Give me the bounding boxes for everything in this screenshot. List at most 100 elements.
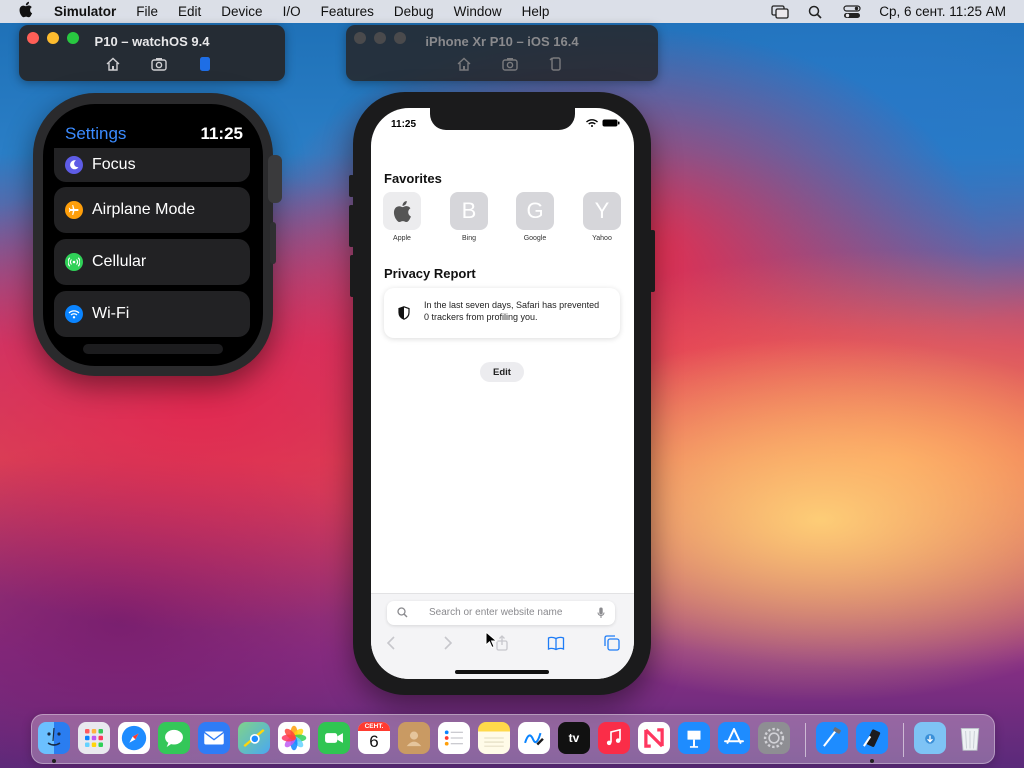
iphone-simulator-toolbar: iPhone Xr P10 – iOS 16.4 — [346, 25, 658, 81]
downloads-folder-icon[interactable] — [914, 722, 946, 754]
mail-icon[interactable] — [198, 722, 230, 754]
antenna-icon — [65, 253, 83, 271]
app-store-icon[interactable] — [718, 722, 750, 754]
freeform-icon[interactable] — [518, 722, 550, 754]
favorite-tile: Y — [583, 192, 621, 230]
xcode-icon[interactable] — [816, 722, 848, 754]
safari-bottom-toolbar: Search or enter website name — [371, 593, 634, 679]
launchpad-icon[interactable] — [78, 722, 110, 754]
watch-side-button[interactable] — [270, 222, 276, 264]
finder-icon[interactable] — [38, 722, 70, 754]
favorite-label: Google — [523, 235, 547, 242]
favorite-google[interactable]: G Google — [515, 192, 555, 242]
address-bar-placeholder: Search or enter website name — [429, 607, 563, 618]
notes-icon[interactable] — [478, 722, 510, 754]
iphone-screen: 11:25 Favorites Apple B Bing G Google Y … — [371, 108, 634, 679]
favorite-label: Bing — [461, 235, 476, 242]
reminders-icon[interactable] — [438, 722, 470, 754]
watch-time: 11:25 — [200, 124, 243, 143]
volume-down-button[interactable] — [349, 205, 354, 247]
screenshot-icon[interactable] — [501, 55, 519, 73]
news-icon[interactable] — [638, 722, 670, 754]
home-icon[interactable] — [104, 55, 122, 73]
favorite-apple[interactable]: Apple — [382, 192, 422, 242]
running-indicator — [52, 759, 56, 763]
watch-simulator-toolbar: P10 – watchOS 9.4 — [19, 25, 285, 81]
keynote-icon[interactable] — [678, 722, 710, 754]
watch-setting-label: Cellular — [92, 253, 147, 270]
back-icon[interactable] — [383, 635, 401, 651]
menu-window[interactable]: Window — [454, 4, 502, 19]
edit-button[interactable]: Edit — [480, 362, 524, 382]
menu-help[interactable]: Help — [522, 4, 550, 19]
contacts-icon[interactable] — [398, 722, 430, 754]
favorite-label: Yahoo — [592, 235, 612, 242]
running-indicator — [870, 759, 874, 763]
watch-screen: Settings 11:25 Focus Airplane Mode Cellu… — [43, 104, 263, 366]
control-center-icon[interactable] — [843, 4, 861, 19]
notch — [430, 108, 575, 130]
watch-settings-title: Settings — [65, 124, 127, 143]
menu-app-name[interactable]: Simulator — [54, 4, 116, 19]
watch-setting-cellular[interactable]: Cellular — [54, 239, 250, 285]
rotate-device-icon[interactable] — [196, 55, 214, 73]
apple-menu-icon[interactable] — [18, 1, 36, 23]
watch-setting-wifi[interactable]: Wi-Fi — [54, 291, 250, 337]
volume-up-button[interactable] — [349, 175, 354, 197]
apple-logo-icon — [383, 192, 421, 230]
menu-features[interactable]: Features — [321, 4, 374, 19]
favorite-label: Apple — [393, 235, 411, 242]
privacy-report-card[interactable]: In the last seven days, Safari has preve… — [384, 288, 620, 338]
menu-device[interactable]: Device — [221, 4, 262, 19]
system-settings-icon[interactable] — [758, 722, 790, 754]
dock-separator — [805, 723, 806, 757]
maps-icon[interactable] — [238, 722, 270, 754]
menu-debug[interactable]: Debug — [394, 4, 434, 19]
menu-io[interactable]: I/O — [283, 4, 301, 19]
favorite-bing[interactable]: B Bing — [449, 192, 489, 242]
messages-icon[interactable] — [158, 722, 190, 754]
moon-icon — [65, 156, 83, 174]
privacy-report-heading: Privacy Report — [384, 266, 476, 281]
simulator-icon[interactable] — [856, 722, 888, 754]
wifi-icon — [586, 119, 598, 127]
watch-setting-airplane-mode[interactable]: Airplane Mode — [54, 187, 250, 233]
music-icon[interactable] — [598, 722, 630, 754]
calendar-day: 6 — [369, 732, 379, 751]
calendar-month: СЕНТ. — [358, 722, 390, 731]
screen-mirroring-icon[interactable] — [771, 4, 789, 19]
rotate-device-icon[interactable] — [547, 55, 565, 73]
calendar-icon[interactable]: СЕНТ. 6 — [358, 722, 390, 754]
safari-icon[interactable] — [118, 722, 150, 754]
watch-setting-label: Focus — [92, 156, 136, 173]
forward-icon[interactable] — [438, 635, 456, 651]
side-button[interactable] — [650, 230, 655, 292]
apple-tv-icon[interactable]: tv — [558, 722, 590, 754]
home-indicator[interactable] — [455, 670, 549, 674]
menu-edit[interactable]: Edit — [178, 4, 201, 19]
favorites-heading: Favorites — [384, 171, 442, 186]
airplane-icon — [65, 201, 83, 219]
favorite-yahoo[interactable]: Y Yahoo — [582, 192, 622, 242]
home-icon[interactable] — [455, 55, 473, 73]
trash-icon[interactable] — [954, 722, 986, 754]
shield-icon — [398, 306, 410, 320]
search-icon — [397, 607, 408, 618]
wifi-icon — [65, 305, 83, 323]
digital-crown[interactable] — [268, 155, 282, 203]
facetime-icon[interactable] — [318, 722, 350, 754]
address-bar[interactable]: Search or enter website name — [387, 601, 615, 625]
tabs-icon[interactable] — [603, 635, 621, 651]
status-bar-time: 11:25 — [391, 119, 417, 130]
microphone-icon[interactable] — [597, 607, 605, 619]
bookmarks-icon[interactable] — [547, 635, 565, 651]
photos-icon[interactable] — [278, 722, 310, 754]
favorite-tile: G — [516, 192, 554, 230]
menu-clock[interactable]: Ср, 6 сент. 11:25 AM — [879, 4, 1006, 19]
watch-window-title: P10 – watchOS 9.4 — [94, 34, 210, 49]
screenshot-icon[interactable] — [150, 55, 168, 73]
spotlight-search-icon[interactable] — [807, 5, 825, 19]
favorite-tile: B — [450, 192, 488, 230]
silent-switch[interactable] — [350, 255, 355, 297]
menu-file[interactable]: File — [136, 4, 158, 19]
